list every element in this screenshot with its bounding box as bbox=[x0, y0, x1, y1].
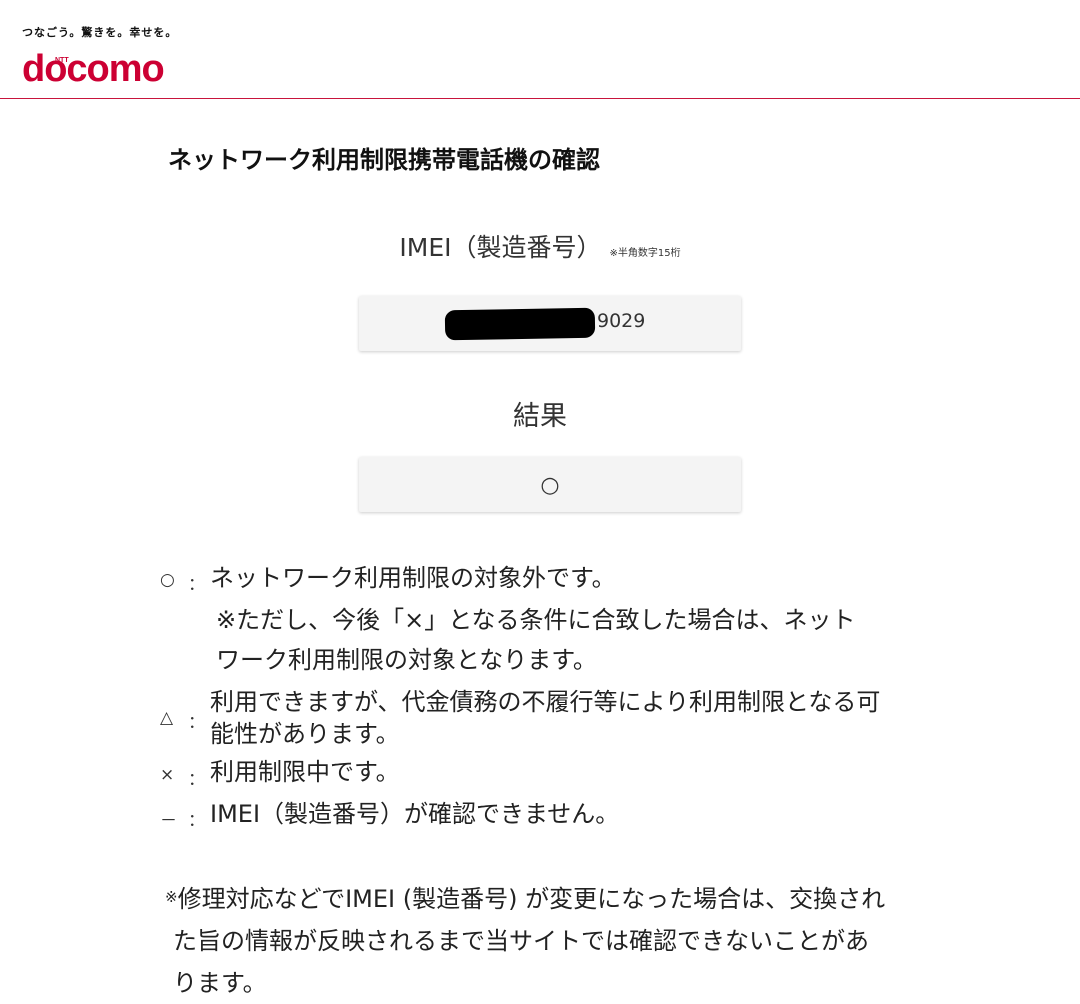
footnote-mark: ※ bbox=[165, 888, 178, 906]
result-value: ○ bbox=[540, 473, 560, 498]
legend-colon: ： bbox=[188, 713, 205, 733]
legend-symbol-circle: ○ bbox=[160, 570, 175, 590]
imei-label-row: IMEI（製造番号） ※半角数字15桁 bbox=[0, 228, 1080, 264]
footnote-text: 修理対応などでIMEI (製造番号) が変更になった場合は、交換され bbox=[177, 885, 886, 913]
footnote-line: ※修理対応などでIMEI (製造番号) が変更になった場合は、交換され bbox=[165, 878, 955, 920]
legend-text: IMEI（製造番号）が確認できません。 bbox=[210, 800, 620, 828]
legend-colon: ： bbox=[188, 770, 205, 790]
result-field: ○ bbox=[359, 457, 741, 512]
legend-symbol-dash: － bbox=[160, 811, 177, 831]
logo-text: docomo bbox=[22, 48, 165, 90]
imei-format-note: ※半角数字15桁 bbox=[609, 248, 681, 259]
legend-colon: ： bbox=[188, 575, 205, 595]
legend-text: ネットワーク利用制限の対象外です。 bbox=[210, 564, 616, 592]
imei-field[interactable]: 9029 bbox=[359, 296, 741, 351]
page-title: ネットワーク利用制限携帯電話機の確認 bbox=[168, 146, 600, 174]
legend-colon: ： bbox=[188, 811, 205, 831]
footnote: ※修理対応などでIMEI (製造番号) が変更になった場合は、交換され た旨の情… bbox=[165, 878, 955, 1004]
legend-symbol-triangle: △ bbox=[160, 708, 174, 728]
footnote-line: た旨の情報が反映されるまで当サイトでは確認できないことがあ bbox=[173, 927, 869, 955]
site-header: つなごう。驚きを。幸せを。 NTT docomo bbox=[0, 0, 1080, 99]
tagline: つなごう。驚きを。幸せを。 bbox=[22, 26, 178, 39]
footnote-line: ります。 bbox=[173, 969, 267, 997]
docomo-logo[interactable]: NTT docomo bbox=[22, 48, 165, 90]
imei-value: 9029 bbox=[597, 310, 646, 332]
legend-symbol-cross: × bbox=[160, 765, 175, 785]
legend-text: ワーク利用制限の対象となります。 bbox=[216, 646, 597, 674]
legend-text: 能性があります。 bbox=[210, 720, 400, 748]
result-label: 結果 bbox=[513, 401, 567, 432]
imei-label: IMEI（製造番号） bbox=[399, 233, 602, 262]
legend-text: 利用制限中です。 bbox=[210, 758, 400, 786]
redaction-mark bbox=[444, 307, 596, 341]
logo-ntt-mark: NTT bbox=[55, 57, 69, 64]
legend-text: ※ただし、今後「×」となる条件に合致した場合は、ネット bbox=[216, 606, 856, 634]
